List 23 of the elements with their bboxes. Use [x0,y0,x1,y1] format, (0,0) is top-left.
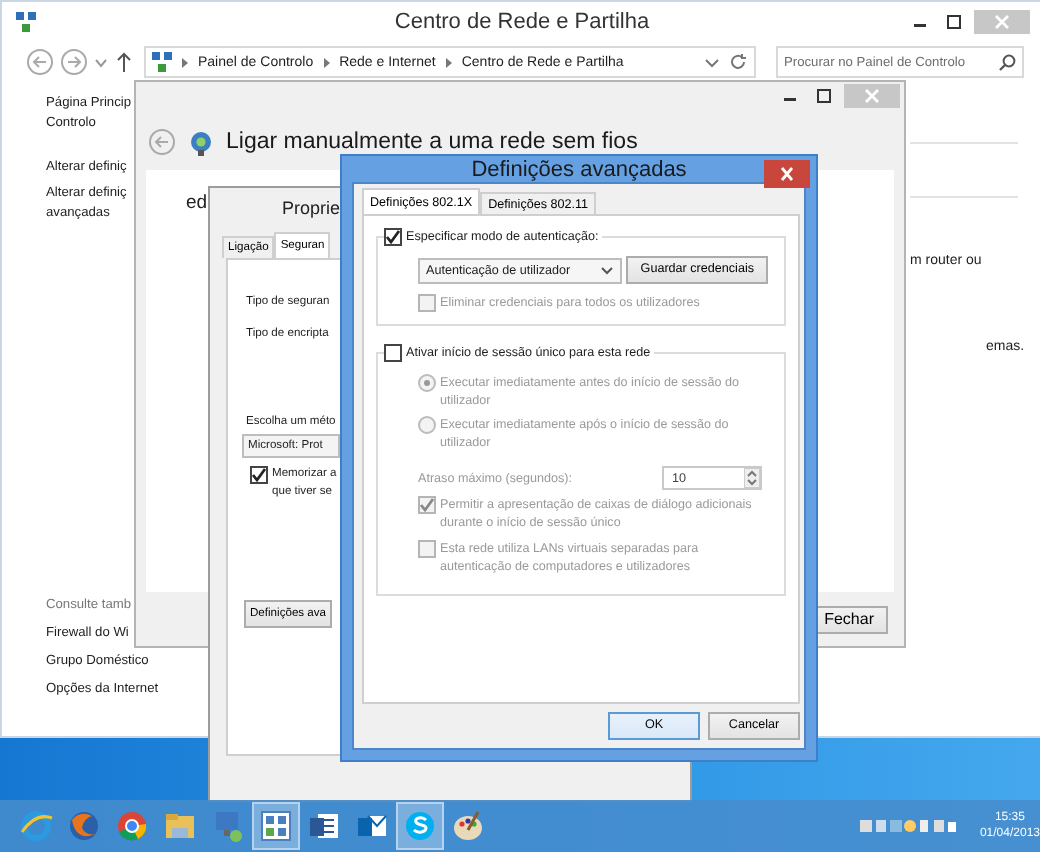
checkbox[interactable] [384,344,402,362]
window-title: Centro de Rede e Partilha [394,10,650,34]
chevron-icon [443,55,454,69]
close-icon[interactable] [764,160,810,188]
checkbox[interactable] [384,228,402,246]
checkbox[interactable] [250,466,268,484]
caret-icon[interactable] [94,55,108,69]
window-title: Proprie [280,196,341,222]
up-icon[interactable] [114,50,134,74]
text-fragment: ed [186,192,208,214]
chevron-icon [180,55,190,69]
chevron-icon [321,55,332,69]
dropdown-icon[interactable] [704,55,720,69]
search-icon[interactable] [998,53,1016,71]
dialog-title: Definições avançadas [471,157,687,181]
refresh-icon[interactable] [728,52,748,72]
back-icon[interactable] [26,48,54,76]
forward-icon[interactable] [60,48,88,76]
network-icon [152,52,172,72]
chevron-down-icon [600,265,615,275]
wireless-network-icon [188,129,214,155]
network-icon [14,10,38,34]
window-title: Ligar manualmente a uma rede sem fios [226,130,638,154]
